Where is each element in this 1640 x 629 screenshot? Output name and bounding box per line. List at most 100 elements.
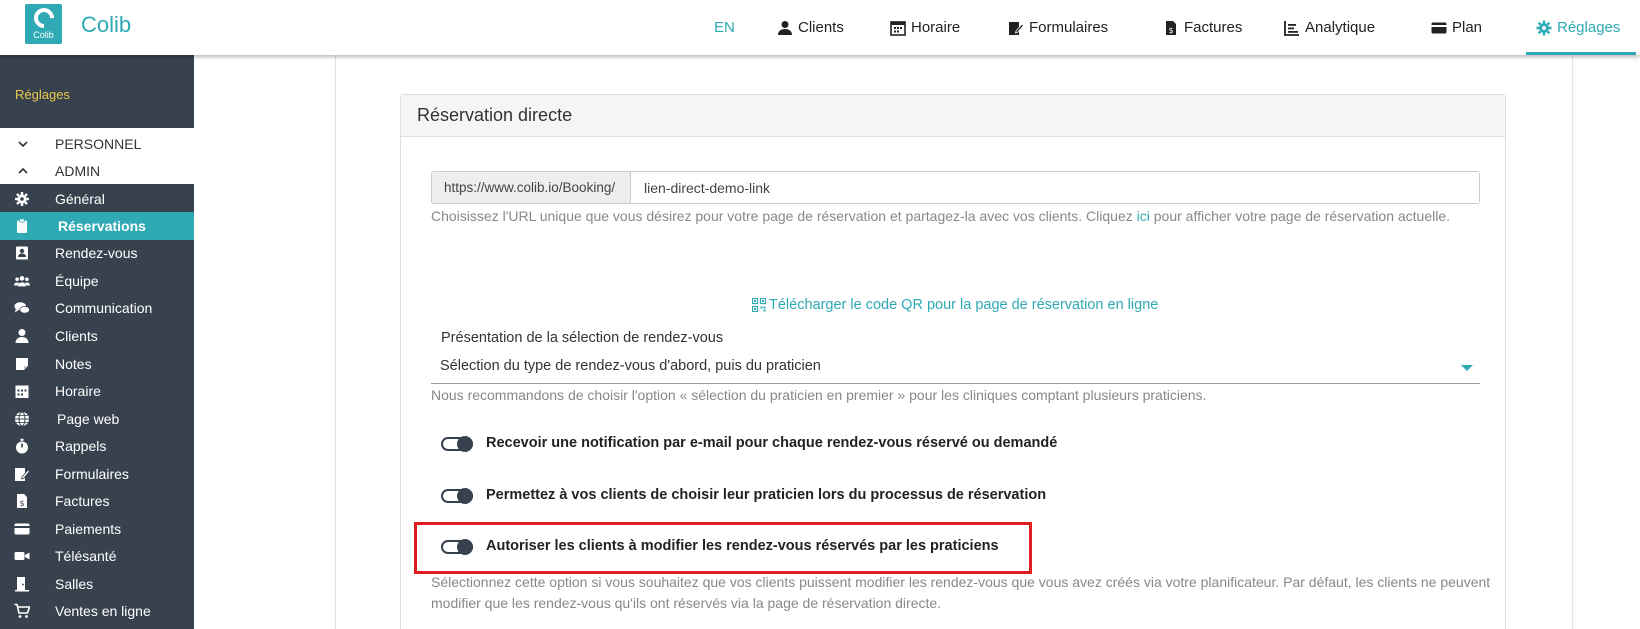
sidebar-item-label: Rappels <box>55 438 107 454</box>
appointment-selection-dropdown[interactable]: Sélection du type de rendez-vous d'abord… <box>431 352 1480 384</box>
sidebar-item-clients[interactable]: Clients <box>0 322 194 350</box>
qr-link-label: Télécharger le code QR pour la page de r… <box>769 297 1159 313</box>
sidebar-item-label: Clients <box>55 328 98 344</box>
sidebar-item-label: Formulaires <box>55 466 129 482</box>
nav-label: Horaire <box>911 19 961 36</box>
top-navbar: Colib Colib EN Clients Horaire Formulair… <box>0 0 1640 55</box>
nav-label: Clients <box>798 19 844 36</box>
sidebar-group-label: PERSONNEL <box>55 136 142 152</box>
invoice-icon: $ <box>17 494 27 508</box>
nav-clients[interactable]: Clients <box>777 0 844 55</box>
active-tab-underline <box>1526 52 1636 55</box>
colib-logo[interactable]: Colib <box>25 3 62 44</box>
nav-factures[interactable]: $ Factures <box>1163 0 1242 55</box>
calendar-icon <box>15 385 29 398</box>
sidebar-item-label: Rendez-vous <box>55 245 138 261</box>
nav-label: Plan <box>1452 19 1483 36</box>
sidebar-item-ventes-en-ligne[interactable]: Ventes en ligne <box>0 597 194 625</box>
nav-analytique[interactable]: Analytique <box>1284 0 1375 55</box>
door-icon <box>15 577 29 592</box>
nav-label: Factures <box>1184 19 1243 36</box>
email-notification-toggle[interactable] <box>441 436 473 452</box>
sidebar-item-label: Réservations <box>58 218 146 234</box>
booking-url-prefix: https://www.colib.io/Booking/ <box>432 172 631 203</box>
user-icon <box>15 329 29 343</box>
sidebar-item-telesante[interactable]: Télésanté <box>0 542 194 570</box>
sidebar-item-salles[interactable]: Salles <box>0 570 194 598</box>
highlight-box <box>414 522 1032 574</box>
choose-practitioner-label: Permettez à vos clients de choisir leur … <box>486 487 1047 503</box>
sidebar-item-horaire[interactable]: Horaire <box>0 377 194 405</box>
sidebar-item-rappels[interactable]: Rappels <box>0 432 194 460</box>
chevron-up-icon <box>18 167 28 174</box>
calendar-icon <box>890 20 906 36</box>
sidebar-group-personnel[interactable]: PERSONNEL <box>0 130 194 158</box>
nav-label: Formulaires <box>1029 19 1109 36</box>
nav-label: Analytique <box>1305 19 1376 36</box>
sidebar-item-label: Communication <box>55 300 153 316</box>
sidebar-item-communication[interactable]: Communication <box>0 294 194 322</box>
sidebar-item-label: Factures <box>55 493 110 509</box>
gear-icon <box>1536 20 1552 35</box>
sidebar-item-formulaires[interactable]: Formulaires <box>0 460 194 488</box>
sidebar-item-factures[interactable]: $ Factures <box>0 487 194 515</box>
stopwatch-icon <box>16 438 28 454</box>
card-title: Réservation directe <box>417 105 573 125</box>
contact-card-icon <box>16 246 28 260</box>
note-icon <box>16 358 28 370</box>
chevron-down-icon <box>18 141 28 148</box>
nav-horaire[interactable]: Horaire <box>890 0 960 55</box>
sidebar-item-notes[interactable]: Notes <box>0 350 194 378</box>
nav-reglages[interactable]: Réglages <box>1536 0 1620 55</box>
booking-url-input[interactable] <box>631 172 1479 203</box>
form-edit-icon <box>1009 21 1024 35</box>
sidebar-item-paiements[interactable]: Paiements <box>0 515 194 543</box>
svg-text:$: $ <box>20 499 25 508</box>
sidebar-item-label: Équipe <box>55 273 99 289</box>
credit-card-icon <box>14 523 30 535</box>
sidebar-item-rendez-vous[interactable]: Rendez-vous <box>0 239 194 267</box>
sidebar-item-reservations[interactable]: Réservations <box>0 212 194 240</box>
email-notification-label: Recevoir une notification par e-mail pou… <box>486 435 1058 451</box>
caret-down-icon <box>1461 365 1473 371</box>
nav-formulaires[interactable]: Formulaires <box>1008 0 1108 55</box>
help-text: Choisissez l'URL unique que vous désirez… <box>431 208 1137 224</box>
booking-url-help: Choisissez l'URL unique que vous désirez… <box>431 206 1491 227</box>
globe-icon <box>15 411 29 427</box>
logo-text: Colib <box>33 30 54 40</box>
nav-plan[interactable]: Plan <box>1431 0 1482 55</box>
toggle-knob <box>457 488 473 504</box>
sidebar-item-label: Général <box>55 191 105 207</box>
sidebar-item-label: Télésanté <box>55 548 117 564</box>
sidebar-item-label: Paiements <box>55 521 122 537</box>
sidebar-item-label: Page web <box>57 411 120 427</box>
brand-name[interactable]: Colib <box>81 12 131 38</box>
sidebar-item-label: Horaire <box>55 383 101 399</box>
dropdown-value: Sélection du type de rendez-vous d'abord… <box>440 358 821 374</box>
logo-c-icon <box>29 3 58 33</box>
sidebar-item-label: Notes <box>55 356 92 372</box>
video-icon <box>14 552 30 560</box>
download-qr-link[interactable]: Télécharger le code QR pour la page de r… <box>752 297 1158 313</box>
allow-modify-help: Sélectionnez cette option si vous souhai… <box>431 574 1491 611</box>
toggle-knob <box>457 436 473 452</box>
booking-page-link[interactable]: ici <box>1137 208 1150 224</box>
user-icon <box>778 20 792 35</box>
team-icon <box>14 276 30 287</box>
appointment-selection-label: Présentation de la sélection de rendez-v… <box>441 330 724 346</box>
svg-text:$: $ <box>1169 26 1174 35</box>
choose-practitioner-toggle[interactable] <box>441 488 473 504</box>
chat-icon <box>14 302 30 314</box>
sidebar-item-page-web[interactable]: Page web <box>0 405 194 433</box>
gear-icon <box>15 192 29 206</box>
help-text: pour afficher votre page de réservation … <box>1149 208 1451 224</box>
sidebar-item-general[interactable]: Général <box>0 185 194 213</box>
language-switch[interactable]: EN <box>714 0 735 55</box>
booking-url-group: https://www.colib.io/Booking/ <box>431 171 1480 204</box>
sidebar-group-admin[interactable]: ADMIN <box>0 157 194 185</box>
chart-icon <box>1284 20 1299 36</box>
cart-icon <box>14 603 30 618</box>
sidebar-item-equipe[interactable]: Équipe <box>0 267 194 295</box>
appointment-selection-help: Nous recommandons de choisir l'option « … <box>431 387 1207 403</box>
card-header: Réservation directe <box>401 95 1505 137</box>
